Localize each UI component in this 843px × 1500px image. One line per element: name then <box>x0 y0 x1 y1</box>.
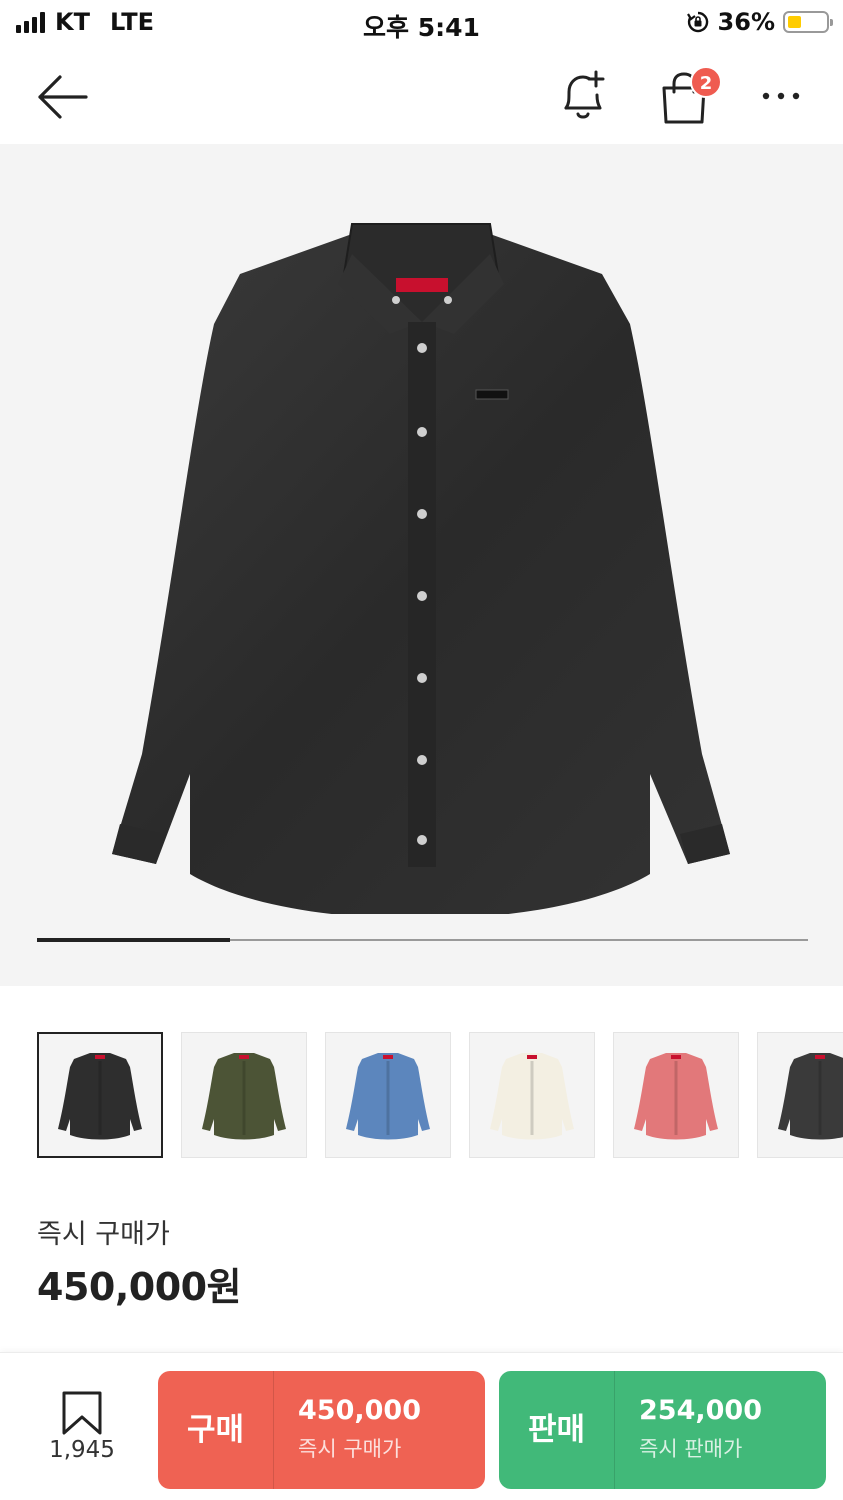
shirt-thumbnail-image <box>634 1053 718 1140</box>
bookmark-icon <box>62 1391 102 1435</box>
cart-count-badge: 2 <box>690 66 722 98</box>
color-thumbnail[interactable] <box>181 1032 307 1158</box>
color-thumbnail[interactable] <box>469 1032 595 1158</box>
status-bar: KT LTE 오후 5:41 36% <box>0 0 843 48</box>
arrow-left-icon <box>38 75 88 119</box>
nav-bar: 2 <box>0 48 843 144</box>
orientation-lock-icon <box>686 11 708 33</box>
sell-sub-label: 즉시 판매가 <box>639 1437 743 1461</box>
buy-button[interactable]: 구매 450,000 즉시 구매가 <box>158 1371 485 1489</box>
product-image-carousel[interactable] <box>0 144 843 986</box>
carousel-progress <box>37 938 808 942</box>
more-button[interactable] <box>754 76 808 116</box>
status-right: 36% <box>686 8 833 36</box>
sell-label: 판매 <box>499 1371 615 1489</box>
bottom-action-bar: 1,945 구매 450,000 즉시 구매가 판매 254,000 즉시 판매… <box>0 1352 843 1500</box>
more-horizontal-icon <box>762 92 800 100</box>
buy-price: 450,000 <box>298 1395 421 1426</box>
color-thumbnail[interactable] <box>325 1032 451 1158</box>
shirt-thumbnail-image <box>490 1053 574 1140</box>
shirt-thumbnail-image <box>58 1053 142 1140</box>
color-thumbnail[interactable] <box>613 1032 739 1158</box>
wishlist-button[interactable]: 1,945 <box>40 1385 124 1471</box>
buy-sub-label: 즉시 구매가 <box>298 1437 402 1461</box>
buy-label: 구매 <box>158 1371 274 1489</box>
shirt-thumbnail-image <box>202 1053 286 1140</box>
bell-plus-icon <box>564 70 605 119</box>
sell-price: 254,000 <box>639 1395 762 1426</box>
price-value: 450,000원 <box>37 1265 242 1309</box>
price-alert-button[interactable] <box>556 68 610 124</box>
cart-button[interactable]: 2 <box>656 66 726 126</box>
wishlist-count: 1,945 <box>49 1437 115 1463</box>
color-thumbnail[interactable] <box>37 1032 163 1158</box>
color-thumbnails <box>37 1032 843 1160</box>
product-image <box>112 223 730 914</box>
shirt-thumbnail-image <box>346 1053 430 1140</box>
price-label: 즉시 구매가 <box>37 1219 170 1250</box>
color-thumbnail[interactable] <box>757 1032 843 1158</box>
back-button[interactable] <box>36 70 90 124</box>
battery-icon <box>783 11 833 33</box>
shirt-thumbnail-image <box>778 1053 843 1140</box>
battery-percent: 36% <box>717 8 775 36</box>
sell-button[interactable]: 판매 254,000 즉시 판매가 <box>499 1371 826 1489</box>
